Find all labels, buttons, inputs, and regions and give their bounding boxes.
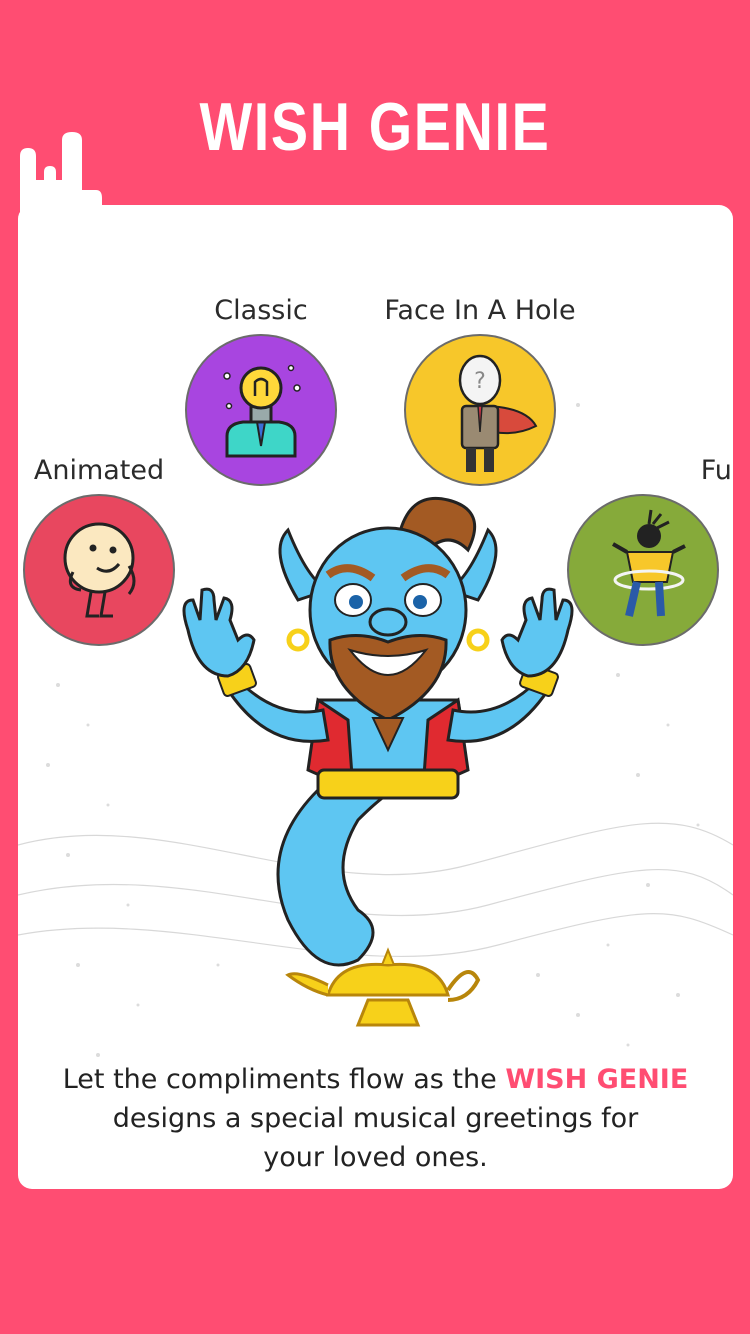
description-line-1: Let the compliments flow as the WISH GEN… — [62, 1064, 689, 1095]
svg-text:?: ? — [474, 369, 486, 394]
category-label: Face In A Hole — [384, 295, 576, 326]
category-label: Classic — [214, 295, 308, 326]
app-title: WISH GENIE — [199, 89, 551, 165]
brand-highlight: WISH GENIE — [505, 1064, 689, 1095]
description-line-2: designs a special musical greetings for — [112, 1103, 639, 1134]
category-animated[interactable]: Animated — [23, 455, 175, 646]
category-label: Animated — [33, 455, 165, 486]
cartoon-face-icon — [63, 522, 136, 618]
description-line-3: your loved ones. — [263, 1142, 488, 1173]
feature-card: Classic Face In A Hole ? Animated Fu Let… — [18, 205, 733, 1189]
category-circle[interactable] — [23, 494, 175, 646]
description: Let the compliments flow as the WISH GEN… — [18, 1060, 733, 1177]
genie-illustration — [182, 496, 574, 1027]
category-label: Fun — [700, 455, 733, 486]
